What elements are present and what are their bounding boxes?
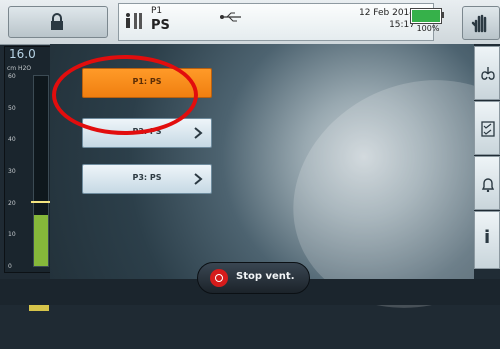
hand-icon (471, 14, 487, 33)
gauge-tick: 20 (8, 199, 16, 207)
mode-name: PS (151, 18, 170, 33)
pressure-marker (31, 201, 51, 204)
mode-prefix: P1 (151, 6, 163, 16)
alarm-button[interactable] (474, 156, 500, 210)
mode-button-p3[interactable]: P3: PS (82, 164, 212, 194)
pressure-bar-fill (34, 214, 48, 266)
battery-fill (412, 10, 440, 22)
info-icon: i (484, 227, 491, 248)
mode-display: P1 PS 12 Feb 2014 15:17 (118, 3, 434, 41)
stop-icon (210, 269, 228, 287)
battery-icon (410, 8, 442, 24)
gauge-tick: 0 (8, 263, 12, 270)
ventilator-screen: P1 PS 12 Feb 2014 15:17 100% 16.0 cm H2O… (0, 0, 500, 311)
gauge-tick: 60 (8, 73, 16, 80)
stop-ventilation-label: Stop vent. (236, 271, 295, 282)
gauge-tick: 40 (8, 136, 16, 144)
pressure-value: 16.0 (9, 47, 36, 61)
checklist-button[interactable] (474, 101, 500, 155)
patient-tube-icon (126, 13, 142, 29)
red-highlight-circle (52, 55, 198, 135)
date-label: 12 Feb 2014 (358, 8, 415, 18)
gauge-tick: 50 (8, 104, 16, 112)
chevron-right-icon (194, 127, 203, 139)
lungs-icon (481, 67, 495, 80)
pressure-gauge: 16.0 cm H2O 6050403020100 0.8 (4, 46, 52, 311)
pressure-bar (31, 75, 51, 267)
battery-percent: 100% (416, 24, 440, 33)
gauge-tick: 10 (8, 231, 16, 239)
lungs-button[interactable] (474, 46, 500, 100)
bell-icon (481, 178, 495, 192)
chevron-right-icon (194, 173, 203, 185)
usb-icon (220, 12, 241, 22)
gauge-tick: 30 (8, 168, 16, 175)
top-bar: P1 PS 12 Feb 2014 15:17 100% (0, 0, 500, 45)
info-button[interactable]: i (474, 211, 500, 269)
lock-icon (51, 13, 63, 30)
battery-tip (441, 12, 444, 18)
stop-ventilation-button[interactable]: Stop vent. (197, 262, 310, 294)
pressure-unit: cm H2O (7, 65, 32, 72)
lock-button[interactable] (8, 6, 108, 38)
mode-button-label: P3: PS (132, 173, 162, 182)
alarm-silence-button[interactable] (462, 6, 500, 40)
checklist-icon (481, 121, 495, 137)
battery-indicator: 100% (408, 6, 452, 38)
